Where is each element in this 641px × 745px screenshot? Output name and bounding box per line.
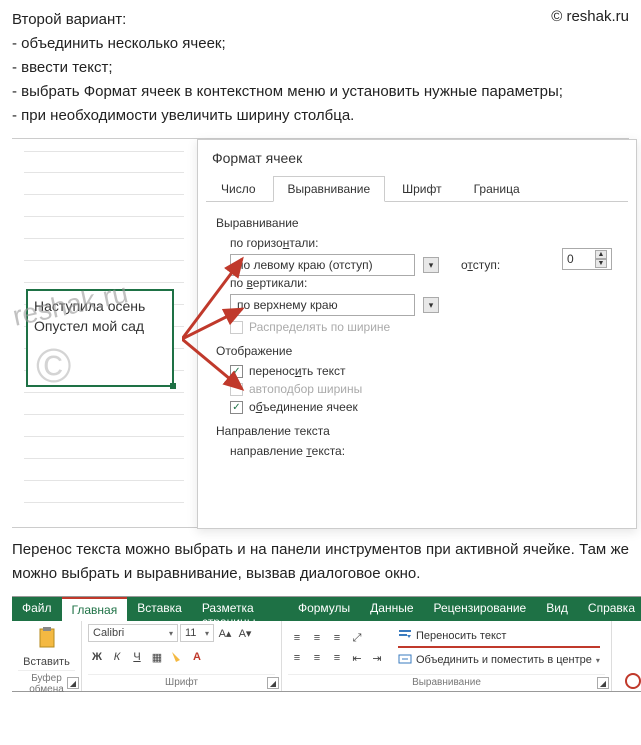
horizontal-dropdown-icon[interactable]: ▾ (423, 257, 439, 273)
wrap-text-button[interactable]: Переносить текст (398, 628, 600, 648)
spin-up-icon[interactable]: ▲ (595, 250, 607, 259)
increase-font-icon[interactable]: A▴ (216, 624, 234, 642)
align-center-icon[interactable]: ≡ (308, 649, 326, 667)
horizontal-value: по левому краю (отступ) (237, 258, 373, 272)
horizontal-combo[interactable]: по левому краю (отступ) (230, 254, 415, 276)
ribbon-tab-help[interactable]: Справка (578, 597, 641, 621)
tab-border[interactable]: Граница (459, 176, 535, 201)
merge-icon (398, 652, 412, 669)
ribbon-tab-layout[interactable]: Разметка страницы (192, 597, 288, 621)
ribbon-screenshot: Файл Главная Вставка Разметка страницы Ф… (12, 596, 641, 692)
vertical-dropdown-icon[interactable]: ▾ (423, 297, 439, 313)
textdir-label: направление текста: (230, 444, 618, 458)
indent-label: отступ: (461, 258, 500, 272)
clipboard-launcher-icon[interactable]: ◢ (67, 677, 79, 689)
decrease-indent-icon[interactable]: ⇤ (348, 649, 366, 667)
bold-button[interactable]: Ж (88, 648, 106, 666)
cell-line-2: Опустел мой сад (34, 317, 166, 337)
intro-heading: Второй вариант: (12, 8, 629, 32)
cell-line-1: Наступила осень (34, 297, 166, 317)
align-middle-icon[interactable]: ≡ (308, 629, 326, 647)
autofit-checkbox: автоподбор ширины (230, 382, 618, 396)
ribbon-tab-data[interactable]: Данные (360, 597, 423, 621)
alignment-section-label: Выравнивание (216, 216, 618, 230)
font-size-combo[interactable]: 11▾ (180, 624, 214, 642)
watermark-copyright: © (36, 339, 71, 394)
ribbon-tab-formulas[interactable]: Формулы (288, 597, 360, 621)
vertical-combo[interactable]: по верхнему краю (230, 294, 415, 316)
merge-center-label: Объединить и поместить в центре (416, 654, 592, 666)
align-top-icon[interactable]: ≡ (288, 629, 306, 647)
tab-number[interactable]: Число (206, 176, 271, 201)
ribbon-tabs: Файл Главная Вставка Разметка страницы Ф… (12, 597, 641, 621)
checkbox-icon (230, 321, 243, 334)
distribute-checkbox: Распределять по ширине (230, 320, 618, 334)
font-group-label: Шрифт (88, 674, 275, 688)
wrap-text-icon (398, 628, 412, 645)
align-bottom-icon[interactable]: ≡ (328, 629, 346, 647)
autofit-label: автоподбор ширины (249, 382, 362, 396)
intro-text: Второй вариант: - объединить несколько я… (12, 8, 629, 128)
wrap-text-checkbox[interactable]: ✓ переносить текст (230, 364, 618, 378)
checkbox-checked-icon: ✓ (230, 401, 243, 414)
borders-icon[interactable]: ▦ (148, 648, 166, 666)
merge-dropdown-icon[interactable]: ▾ (596, 656, 600, 665)
tab-alignment[interactable]: Выравнивание (273, 176, 386, 202)
align-left-icon[interactable]: ≡ (288, 649, 306, 667)
ribbon-tab-insert[interactable]: Вставка (127, 597, 192, 621)
checkbox-checked-icon: ✓ (230, 365, 243, 378)
checkbox-icon (230, 383, 243, 396)
annotation-circle (625, 673, 641, 689)
fill-color-icon[interactable] (168, 648, 186, 666)
display-section-label: Отображение (216, 344, 618, 358)
align-right-icon[interactable]: ≡ (328, 649, 346, 667)
underline-button[interactable]: Ч (128, 648, 146, 666)
horizontal-label: по горизонтали: (230, 236, 618, 250)
wrap-text-label: Переносить текст (416, 630, 506, 642)
paste-icon[interactable] (33, 624, 61, 652)
spin-down-icon[interactable]: ▼ (595, 259, 607, 268)
ribbon-tab-view[interactable]: Вид (536, 597, 578, 621)
font-color-icon[interactable]: A (188, 648, 206, 666)
ribbon-tab-file[interactable]: Файл (12, 597, 62, 621)
ribbon-group-clipboard: Вставить Буфер обмена ◢ (12, 621, 82, 691)
font-launcher-icon[interactable]: ◢ (267, 677, 279, 689)
intro-bullet-1: - объединить несколько ячеек; (12, 32, 629, 56)
merge-cells-checkbox[interactable]: ✓ объединение ячеек (230, 400, 618, 414)
indent-spinner[interactable]: 0 ▲▼ (562, 248, 612, 270)
fill-handle[interactable] (170, 383, 176, 389)
ribbon-tab-home[interactable]: Главная (62, 597, 128, 621)
font-name-combo[interactable]: Calibri▾ (88, 624, 178, 642)
paste-label: Вставить (23, 656, 70, 668)
ribbon-group-alignment: ≡ ≡ ≡ ⤢ ≡ ≡ ≡ ⇤ ⇥ (282, 621, 612, 691)
orientation-icon[interactable]: ⤢ (348, 629, 366, 647)
decrease-font-icon[interactable]: A▾ (236, 624, 254, 642)
vertical-value: по верхнему краю (237, 298, 338, 312)
alignment-launcher-icon[interactable]: ◢ (597, 677, 609, 689)
textdir-section-label: Направление текста (216, 424, 618, 438)
increase-indent-icon[interactable]: ⇥ (368, 649, 386, 667)
dialog-screenshot: Наступила осень Опустел мой сад reshak.r… (12, 138, 629, 528)
ribbon-group-font: Calibri▾ 11▾ A▴ A▾ Ж К Ч ▦ A Шрифт (82, 621, 282, 691)
dialog-title: Формат ячеек (198, 140, 636, 172)
merge-cells-label: объединение ячеек (249, 400, 358, 414)
tab-font[interactable]: Шрифт (387, 176, 456, 201)
distribute-label: Распределять по ширине (249, 320, 390, 334)
intro-bullet-4: - при необходимости увеличить ширину сто… (12, 104, 629, 128)
merge-center-button[interactable]: Объединить и поместить в центре ▾ (398, 652, 600, 669)
dialog-tabs: Число Выравнивание Шрифт Граница (206, 176, 628, 202)
wrap-text-label: переносить текст (249, 364, 346, 378)
intro-bullet-2: - ввести текст; (12, 56, 629, 80)
format-cells-dialog: Формат ячеек Число Выравнивание Шрифт Гр… (197, 139, 637, 529)
indent-value: 0 (567, 252, 574, 266)
watermark-top: © reshak.ru (551, 8, 629, 25)
vertical-label: по вертикали: (230, 276, 618, 290)
italic-button[interactable]: К (108, 648, 126, 666)
alignment-group-label: Выравнивание (288, 674, 605, 688)
ribbon-tab-review[interactable]: Рецензирование (424, 597, 537, 621)
intro-bullet-3: - выбрать Формат ячеек в контекстном мен… (12, 80, 629, 104)
mid-paragraph: Перенос текста можно выбрать и на панели… (12, 538, 629, 586)
